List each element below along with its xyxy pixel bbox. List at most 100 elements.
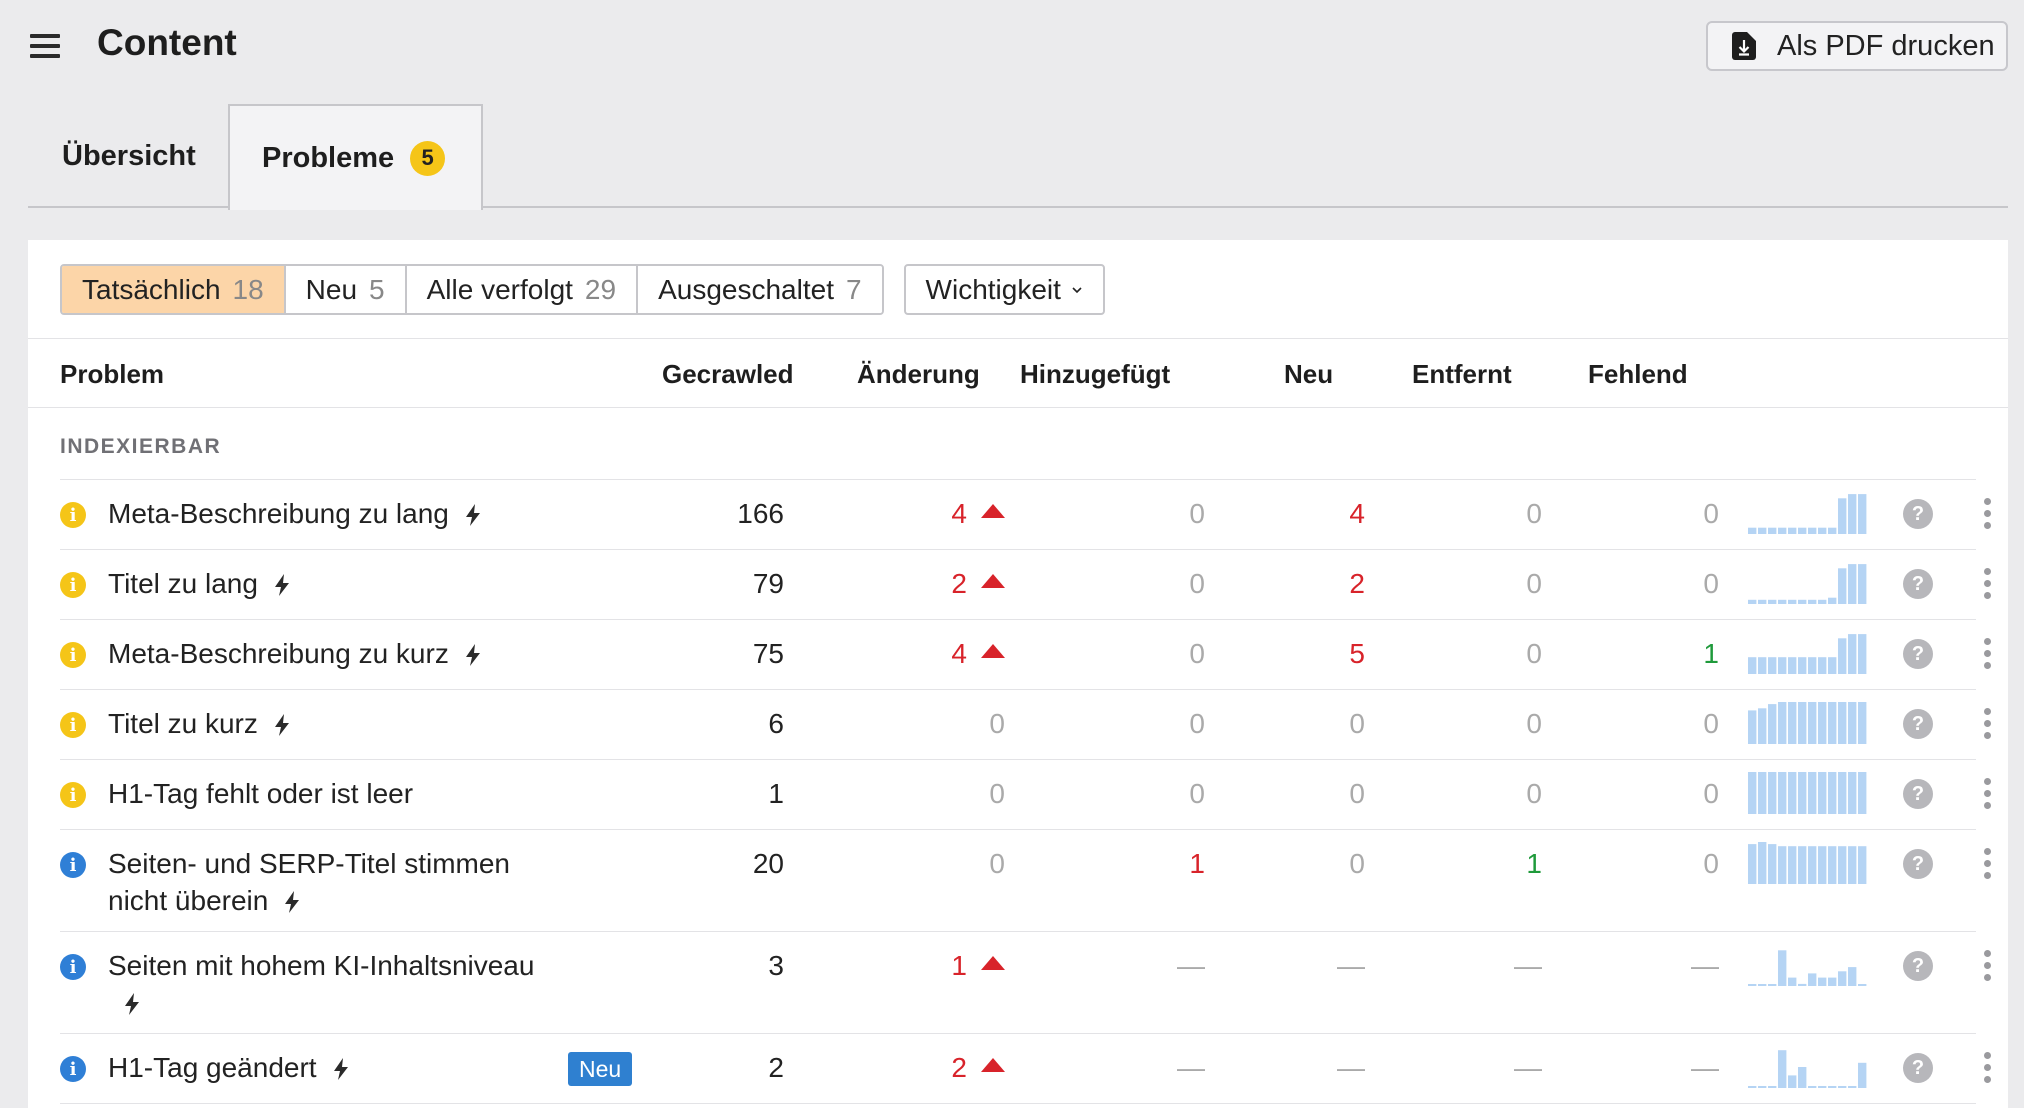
help-icon[interactable]: ? (1903, 569, 1933, 599)
added-value[interactable]: 0 (1060, 775, 1205, 812)
missing-value[interactable]: — (1590, 947, 1719, 984)
new-value[interactable]: 5 (1220, 635, 1365, 672)
trend-sparkline[interactable] (1748, 702, 1868, 744)
trend-sparkline[interactable] (1748, 562, 1868, 604)
help-icon[interactable]: ? (1903, 499, 1933, 529)
crawled-value[interactable]: 79 (520, 565, 784, 602)
added-value[interactable]: 1 (1060, 845, 1205, 882)
help-icon[interactable]: ? (1903, 639, 1933, 669)
missing-value[interactable]: — (1590, 1049, 1719, 1086)
filter-option[interactable]: Alle verfolgt 29 (406, 266, 639, 313)
filter-count: 18 (232, 273, 264, 305)
trend-sparkline[interactable] (1748, 1046, 1868, 1088)
col-problem[interactable]: Problem (60, 339, 164, 409)
col-change[interactable]: Änderung (857, 339, 980, 409)
more-options-icon[interactable] (1980, 498, 1994, 532)
problem-name[interactable]: Meta-Beschreibung zu kurz (108, 635, 548, 672)
table-row[interactable]: i H1-Tag fehlt oder ist leer 1 0 0 0 0 0? (60, 760, 1991, 830)
new-value[interactable]: 0 (1220, 705, 1365, 742)
removed-value[interactable]: 0 (1400, 775, 1542, 812)
problem-name[interactable]: H1-Tag fehlt oder ist leer (108, 775, 548, 812)
table-row[interactable]: i Seiten mit hohem KI-Inhaltsniveau 3 1 — — — —… (60, 932, 1991, 1034)
col-added[interactable]: Hinzugefügt (1020, 339, 1170, 409)
more-options-icon[interactable] (1980, 848, 1994, 882)
table-row[interactable]: i Meta-Beschreibung zu lang 166 4 0 4 0 0? (60, 480, 1991, 550)
removed-value[interactable]: — (1400, 1049, 1542, 1086)
table-row[interactable]: i Seiten- und SERP-Titel stimmen nicht üb… (60, 830, 1991, 932)
missing-value[interactable]: 0 (1590, 775, 1719, 812)
table-row[interactable]: i Meta-Beschreibung zu kurz 75 4 0 5 0 1? (60, 620, 1991, 690)
print-pdf-button[interactable]: Als PDF drucken (1706, 21, 2008, 71)
removed-value[interactable]: 0 (1400, 635, 1542, 672)
sort-dropdown[interactable]: Wichtigkeit (903, 264, 1105, 315)
crawled-value[interactable]: 6 (520, 705, 784, 742)
help-icon[interactable]: ? (1903, 709, 1933, 739)
problem-name[interactable]: Titel zu kurz (108, 705, 548, 742)
problem-name[interactable]: Titel zu lang (108, 565, 548, 602)
new-value[interactable]: 2 (1220, 565, 1365, 602)
missing-value[interactable]: 0 (1590, 565, 1719, 602)
new-value[interactable]: 0 (1220, 775, 1365, 812)
trend-sparkline[interactable] (1748, 772, 1868, 814)
more-options-icon[interactable] (1980, 778, 1994, 812)
added-value[interactable]: — (1060, 1049, 1205, 1086)
removed-value[interactable]: 0 (1400, 495, 1542, 532)
crawled-value[interactable]: 20 (520, 845, 784, 882)
help-icon[interactable]: ? (1903, 849, 1933, 879)
more-options-icon[interactable] (1980, 1052, 1994, 1086)
trend-sparkline[interactable] (1748, 632, 1868, 674)
filter-option[interactable]: Neu 5 (285, 266, 407, 313)
new-value[interactable]: 4 (1220, 495, 1365, 532)
menu-icon[interactable] (30, 34, 60, 58)
crawled-value[interactable]: 3 (520, 947, 784, 984)
crawled-value[interactable]: 75 (520, 635, 784, 672)
added-value[interactable]: 0 (1060, 495, 1205, 532)
new-value[interactable]: — (1220, 947, 1365, 984)
added-value[interactable]: 0 (1060, 705, 1205, 742)
help-icon[interactable]: ? (1903, 779, 1933, 809)
more-options-icon[interactable] (1980, 638, 1994, 672)
table-row[interactable]: i Titel zu lang 79 2 0 2 0 0? (60, 550, 1991, 620)
col-missing[interactable]: Fehlend (1588, 339, 1688, 409)
new-value[interactable]: 0 (1220, 845, 1365, 882)
change-value: 4 (951, 638, 967, 669)
col-crawled[interactable]: Gecrawled (662, 339, 794, 409)
crawled-value[interactable]: 1 (520, 775, 784, 812)
missing-value[interactable]: 0 (1590, 845, 1719, 882)
problem-name[interactable]: Seiten- und SERP-Titel stimmen nicht übe… (108, 845, 548, 919)
trend-sparkline[interactable] (1748, 492, 1868, 534)
trend-up-icon (981, 504, 1005, 518)
missing-value[interactable]: 1 (1590, 635, 1719, 672)
removed-value[interactable]: — (1400, 947, 1542, 984)
crawled-value[interactable]: 166 (520, 495, 784, 532)
col-new[interactable]: Neu (1284, 339, 1333, 409)
problem-name[interactable]: H1-Tag geändert (108, 1049, 548, 1086)
help-icon[interactable]: ? (1903, 1053, 1933, 1083)
more-options-icon[interactable] (1980, 708, 1994, 742)
missing-value[interactable]: 0 (1590, 705, 1719, 742)
missing-value[interactable]: 0 (1590, 495, 1719, 532)
added-value[interactable]: 0 (1060, 565, 1205, 602)
filter-option[interactable]: Tatsächlich 18 (62, 266, 286, 313)
filter-option[interactable]: Ausgeschaltet 7 (638, 266, 882, 313)
tab-overview[interactable]: Übersicht (62, 104, 196, 208)
tab-problems[interactable]: Probleme 5 (228, 104, 483, 210)
table-row[interactable]: i H1-Tag geändert Neu 2 2— — — —? (60, 1034, 1991, 1104)
new-value[interactable]: — (1220, 1049, 1365, 1086)
trend-sparkline[interactable] (1748, 842, 1868, 884)
trend-sparkline[interactable] (1748, 944, 1868, 986)
problem-name[interactable]: Seiten mit hohem KI-Inhaltsniveau (108, 947, 548, 1021)
added-value[interactable]: 0 (1060, 635, 1205, 672)
col-removed[interactable]: Entfernt (1412, 339, 1512, 409)
more-options-icon[interactable] (1980, 950, 1994, 984)
added-value[interactable]: — (1060, 947, 1205, 984)
removed-value[interactable]: 1 (1400, 845, 1542, 882)
crawled-value[interactable]: 2 (520, 1049, 784, 1086)
removed-value[interactable]: 0 (1400, 705, 1542, 742)
removed-value[interactable]: 0 (1400, 565, 1542, 602)
problem-name[interactable]: Meta-Beschreibung zu lang (108, 495, 548, 532)
help-icon[interactable]: ? (1903, 951, 1933, 981)
warning-icon: i (60, 572, 86, 598)
more-options-icon[interactable] (1980, 568, 1994, 602)
table-row[interactable]: i Titel zu kurz 6 0 0 0 0 0? (60, 690, 1991, 760)
